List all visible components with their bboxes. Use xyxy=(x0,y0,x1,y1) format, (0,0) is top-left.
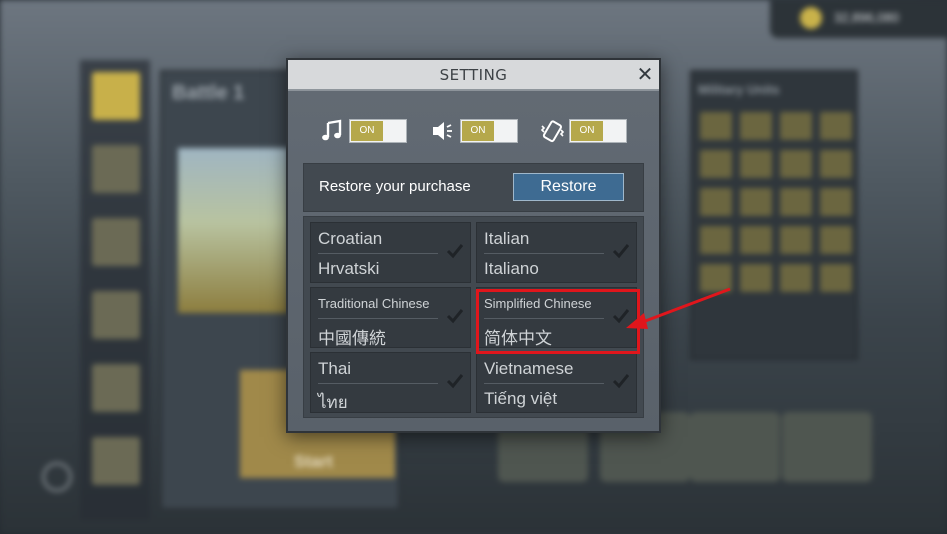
language-name: Traditional Chinese xyxy=(318,296,430,311)
checkmark-icon xyxy=(446,244,464,259)
start-label: Start xyxy=(294,452,333,471)
checkmark-icon xyxy=(612,244,630,259)
battle-map-image xyxy=(178,148,288,313)
unit-thumbnail xyxy=(780,264,812,292)
divider xyxy=(318,383,438,384)
unit-thumbnail xyxy=(700,226,732,254)
units-title: Military Units xyxy=(698,82,780,97)
gear-icon xyxy=(42,462,72,492)
dialog-title: SETTING xyxy=(439,66,508,84)
checkmark-icon xyxy=(612,374,630,389)
battle-slot xyxy=(92,291,140,339)
unit-thumbnail xyxy=(820,150,852,178)
close-icon[interactable]: ✕ xyxy=(634,63,656,85)
battle-slot xyxy=(92,72,140,120)
highlight-box xyxy=(476,289,640,354)
money-amount: 32,896,080 xyxy=(834,10,900,25)
unit-thumbnail xyxy=(740,112,772,140)
music-note-icon xyxy=(322,119,342,141)
unit-thumbnail xyxy=(780,112,812,140)
toggle-state: ON xyxy=(351,121,383,141)
settings-dialog: SETTING ✕ ON ON ON Restore your purchase… xyxy=(286,58,661,433)
language-name: Italian xyxy=(484,229,530,248)
battle-slot xyxy=(92,437,140,485)
language-option-vietnamese[interactable]: Vietnamese Tiếng việt xyxy=(476,352,637,413)
unit-thumbnail xyxy=(820,188,852,216)
checkmark-icon xyxy=(446,309,464,324)
coin-icon xyxy=(800,7,822,29)
restore-purchase-row: Restore your purchase Restore xyxy=(303,163,644,212)
unit-thumbnail xyxy=(780,188,812,216)
language-name: Thai xyxy=(318,359,352,378)
language-native-name: 中國傳統 xyxy=(318,329,386,348)
unit-thumbnail xyxy=(740,150,772,178)
unit-thumbnail xyxy=(700,150,732,178)
unit-thumbnail xyxy=(780,150,812,178)
unit-thumbnail xyxy=(740,188,772,216)
arrow-icon xyxy=(626,287,731,329)
language-native-name: ไทย xyxy=(318,393,348,412)
unit-thumbnail xyxy=(820,112,852,140)
unit-thumbnail xyxy=(820,226,852,254)
language-option-croatian[interactable]: Croatian Hrvatski xyxy=(310,222,471,283)
divider xyxy=(318,318,438,319)
divider xyxy=(484,253,604,254)
vibration-toggle[interactable]: ON xyxy=(569,119,627,143)
music-toggle[interactable]: ON xyxy=(349,119,407,143)
divider xyxy=(318,253,438,254)
toggle-state: ON xyxy=(571,121,603,141)
crate xyxy=(690,412,780,482)
unit-thumbnail xyxy=(740,226,772,254)
language-option-thai[interactable]: Thai ไทย xyxy=(310,352,471,413)
unit-thumbnail xyxy=(740,264,772,292)
unit-thumbnail xyxy=(700,188,732,216)
speaker-icon xyxy=(433,122,452,140)
dialog-header: SETTING ✕ xyxy=(288,60,659,90)
divider xyxy=(484,383,604,384)
language-option-italian[interactable]: Italian Italiano xyxy=(476,222,637,283)
vibration-icon xyxy=(540,120,565,143)
checkmark-icon xyxy=(446,374,464,389)
crate xyxy=(782,412,872,482)
toggle-state: ON xyxy=(462,121,494,141)
language-native-name: Hrvatski xyxy=(318,259,380,278)
battle-slot xyxy=(92,145,140,193)
language-name: Croatian xyxy=(318,229,383,248)
unit-thumbnail xyxy=(780,226,812,254)
language-name: Vietnamese xyxy=(484,359,574,378)
unit-thumbnail xyxy=(820,264,852,292)
language-option-traditional-chinese[interactable]: Traditional Chinese 中國傳統 xyxy=(310,287,471,348)
restore-label: Restore your purchase xyxy=(319,178,471,195)
restore-button[interactable]: Restore xyxy=(513,173,624,201)
unit-thumbnail xyxy=(700,112,732,140)
sound-toggle[interactable]: ON xyxy=(460,119,518,143)
battle-title: Battle 1 xyxy=(172,82,245,104)
battle-slot xyxy=(92,364,140,412)
battle-slot xyxy=(92,218,140,266)
language-native-name: Italiano xyxy=(484,259,539,278)
language-native-name: Tiếng việt xyxy=(484,389,558,408)
